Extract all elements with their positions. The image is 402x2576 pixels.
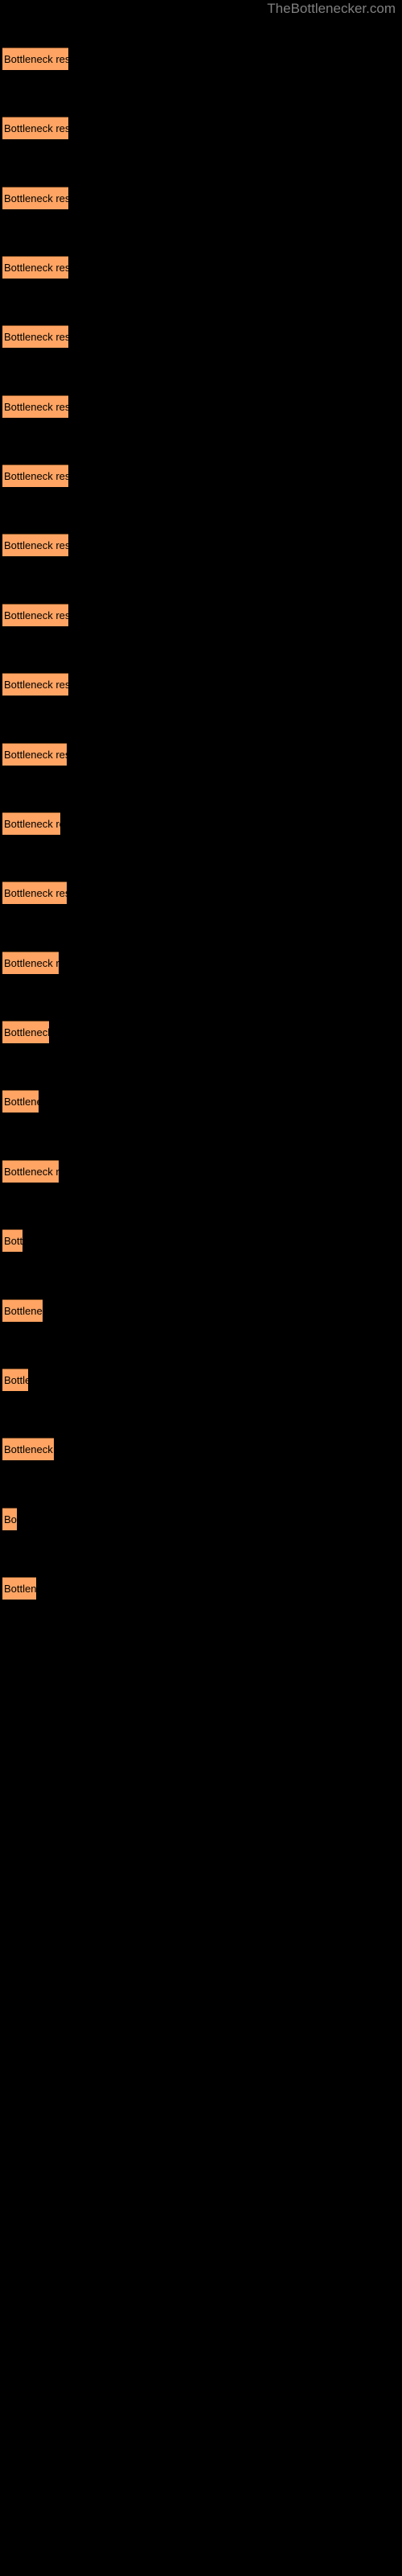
bar-row: Bottleneck result <box>0 673 402 696</box>
bar-row: Bottleneck result <box>0 325 402 348</box>
bar <box>2 1090 39 1113</box>
bar <box>2 534 68 556</box>
bar <box>2 1368 28 1391</box>
bar <box>2 1160 59 1183</box>
bar-row: Bottleneck result <box>0 464 402 487</box>
bar <box>2 187 68 209</box>
bar <box>2 325 68 348</box>
bar <box>2 256 68 279</box>
bar-row: Bottleneck result <box>0 1229 402 1252</box>
bar-row: Bottleneck result <box>0 743 402 766</box>
bar-row: Bottleneck result <box>0 1438 402 1460</box>
bar-row: Bottleneck result <box>0 1577 402 1600</box>
bar-row: Bottleneck result <box>0 1508 402 1530</box>
bottleneck-chart-root: TheBottlenecker.com Bottleneck resultBot… <box>0 0 402 2576</box>
bar-row: Bottleneck result <box>0 534 402 556</box>
bar <box>2 743 67 766</box>
bar-row: Bottleneck result <box>0 395 402 418</box>
bar-row: Bottleneck result <box>0 812 402 835</box>
bar-row: Bottleneck result <box>0 604 402 626</box>
bar-row: Bottleneck result <box>0 256 402 279</box>
bar <box>2 1438 54 1460</box>
bar-row: Bottleneck result <box>0 1368 402 1391</box>
bar <box>2 1299 43 1322</box>
bar <box>2 812 60 835</box>
bar-row: Bottleneck result <box>0 1090 402 1113</box>
bar-row: Bottleneck result <box>0 187 402 209</box>
chart-plot-area: Bottleneck result Bottleneck result Bottle… <box>0 0 402 2576</box>
bar-row: Bottleneck result <box>0 47 402 70</box>
bar <box>2 604 68 626</box>
bar <box>2 1021 49 1043</box>
bar <box>2 464 68 487</box>
bar <box>2 881 67 904</box>
bar-row: Bottleneck result <box>0 881 402 904</box>
bar <box>2 1508 17 1530</box>
bar <box>2 1229 23 1252</box>
bar <box>2 117 68 139</box>
bar-row: Bottleneck result <box>0 117 402 139</box>
bar <box>2 952 59 974</box>
bar <box>2 47 68 70</box>
bar <box>2 395 68 418</box>
bar-row: Bottleneck result <box>0 952 402 974</box>
bar-row: Bottleneck result <box>0 1160 402 1183</box>
bar-row: Bottleneck result <box>0 1021 402 1043</box>
bar <box>2 1577 36 1600</box>
bar <box>2 673 68 696</box>
bar-row: Bottleneck result <box>0 1299 402 1322</box>
